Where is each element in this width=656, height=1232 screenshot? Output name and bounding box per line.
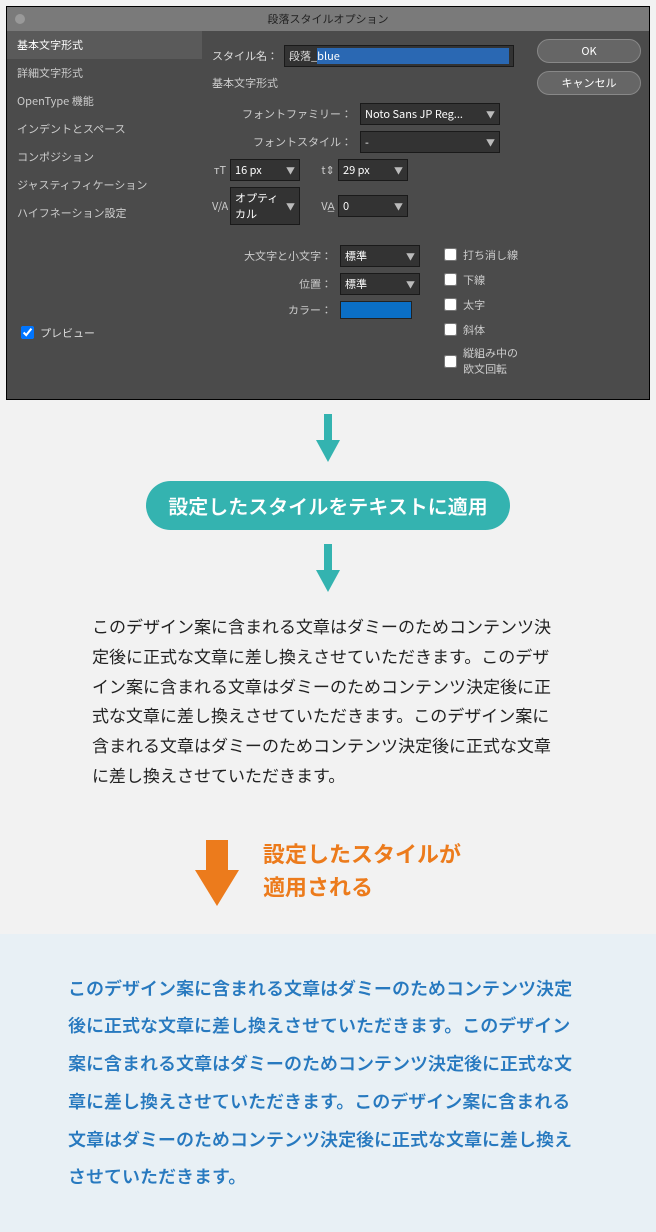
callout-apply-style: 設定したスタイルをテキストに適用 [146,481,509,530]
arrow-down-icon [195,870,239,906]
preview-label: プレビュー [40,325,95,341]
sidebar-item-opentype[interactable]: OpenType 機能 [7,87,202,115]
sidebar: 基本文字形式 詳細文字形式 OpenType 機能 インデントとスペース コンポ… [7,31,202,399]
fontsize-icon: тT [212,162,228,178]
sidebar-item-basic[interactable]: 基本文字形式 [7,31,202,59]
sidebar-item-hyphenation[interactable]: ハイフネーション設定 [7,199,202,227]
fontstyle-label: フォントスタイル： [212,134,360,150]
chevron-down-icon: ▼ [394,200,403,213]
color-swatch[interactable] [340,301,412,319]
check-bold[interactable]: 太字 [440,295,519,314]
case-select[interactable]: 標準▼ [340,245,420,267]
sidebar-item-composition[interactable]: コンポジション [7,143,202,171]
panel: スタイル名： 段落_ blue 基本文字形式 フォントファミリー： Noto S… [202,31,529,399]
leading-select[interactable]: 29 px▼ [338,159,408,181]
stylename-label: スタイル名： [212,48,278,64]
sidebar-item-advanced[interactable]: 詳細文字形式 [7,59,202,87]
preview-checkbox[interactable] [21,326,34,339]
button-column: OK キャンセル [529,31,649,399]
tracking-select[interactable]: 0▼ [338,195,408,217]
check-strikethrough[interactable]: 打ち消し線 [440,245,519,264]
sidebar-item-justification[interactable]: ジャスティフィケーション [7,171,202,199]
kerning-icon: V/A [212,198,228,214]
case-label: 大文字と小文字： [212,248,340,264]
chevron-down-icon: ▼ [286,200,295,213]
sample-text-before: このデザイン案に含まれる文章はダミーのためコンテンツ決定後に正式な文章に差し換え… [0,611,656,814]
stylename-prefix: 段落_ [289,48,317,64]
check-italic[interactable]: 斜体 [440,320,519,339]
kerning-select[interactable]: オプティカル▼ [230,187,300,225]
position-label: 位置： [212,276,340,292]
chevron-down-icon: ▼ [394,164,403,177]
preview-toggle[interactable]: プレビュー [7,317,202,348]
check-underline[interactable]: 下線 [440,270,519,289]
fontfamily-select[interactable]: Noto Sans JP Reg...▼ [360,103,500,125]
dialog-window: 段落スタイルオプション 基本文字形式 詳細文字形式 OpenType 機能 イン… [6,6,650,400]
color-label: カラー： [212,302,340,318]
chevron-down-icon: ▼ [406,250,415,263]
chevron-down-icon: ▼ [286,164,295,177]
dialog-title: 段落スタイルオプション [268,11,389,27]
tracking-icon: VA̲ [320,198,336,214]
position-select[interactable]: 標準▼ [340,273,420,295]
titlebar: 段落スタイルオプション [7,7,649,31]
ok-button[interactable]: OK [537,39,641,63]
leading-icon: t⇕ [320,162,336,178]
close-icon[interactable] [15,14,25,24]
chevron-down-icon: ▼ [486,136,495,149]
arrow-down-icon [316,440,340,462]
fontstyle-select[interactable]: -▼ [360,131,500,153]
sidebar-item-indent[interactable]: インデントとスペース [7,115,202,143]
stylename-input[interactable]: blue [317,48,509,64]
chevron-down-icon: ▼ [406,278,415,291]
section-heading: 基本文字形式 [212,75,519,91]
fontfamily-label: フォントファミリー： [212,106,360,122]
sample-text-after: このデザイン案に含まれる文章はダミーのためコンテンツ決定後に正式な文章に差し換え… [0,934,656,1232]
arrow-down-icon [316,570,340,592]
chevron-down-icon: ▼ [486,108,495,121]
check-tatechuyoko[interactable]: 縦組み中の欧文回転 [440,345,519,377]
callout-style-applied: 設定したスタイルが 適用される [263,837,461,903]
cancel-button[interactable]: キャンセル [537,71,641,95]
fontsize-select[interactable]: 16 px▼ [230,159,300,181]
